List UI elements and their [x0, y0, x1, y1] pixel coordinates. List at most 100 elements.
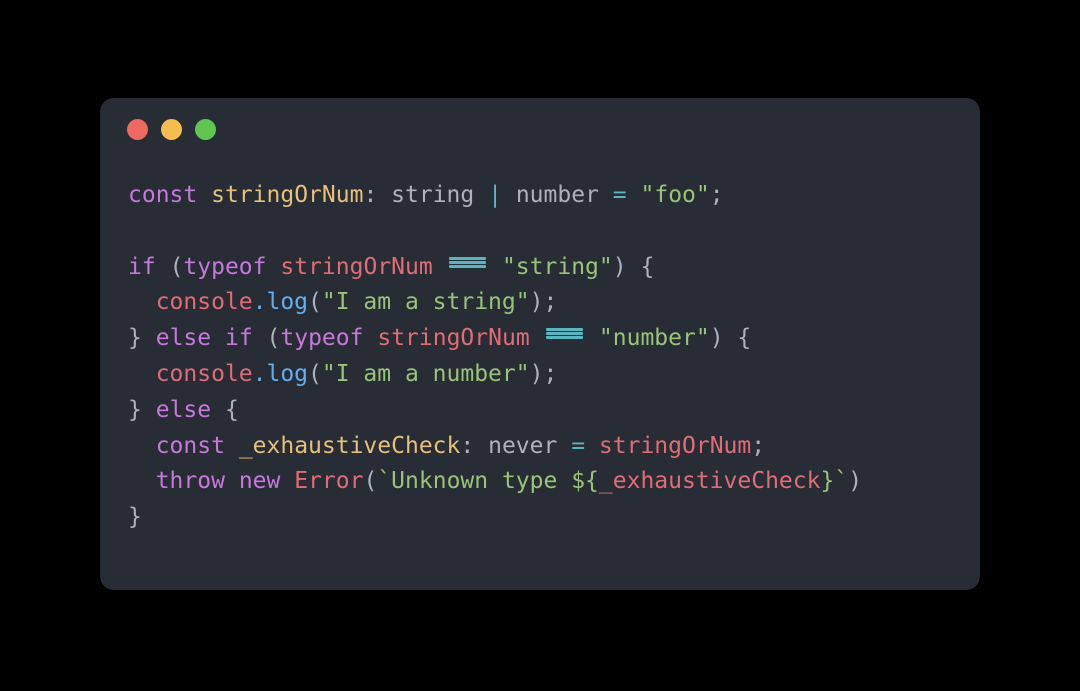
- code-line-7: } else {: [128, 397, 239, 423]
- token-type-number: number: [515, 182, 599, 208]
- token-lparen: (: [363, 468, 378, 495]
- code-body[interactable]: const stringOrNum: string | number = "fo…: [100, 160, 980, 590]
- token-lparen: (: [266, 325, 281, 352]
- token-class-error: Error: [294, 468, 364, 495]
- token-keyword-const: const: [155, 432, 225, 459]
- token-rparen: ): [709, 325, 724, 352]
- token-operator-strict-equals: [544, 322, 586, 345]
- token-rparen: ): [529, 289, 544, 316]
- token-lbrace: {: [640, 253, 655, 280]
- token-rparen: ): [612, 253, 627, 280]
- token-variable-stringornum: stringOrNum: [598, 432, 752, 459]
- token-variable-stringornum: stringOrNum: [377, 325, 530, 352]
- token-operator-strict-equals: [447, 251, 489, 274]
- code-line-9: throw new Error(`Unknown type ${_exhaust…: [128, 468, 862, 494]
- token-template-interp-open: ${: [571, 468, 599, 495]
- token-lbrace: {: [224, 396, 239, 423]
- token-operator-union: |: [488, 182, 502, 208]
- token-variable-exhaustivecheck: _exhaustiveCheck: [598, 468, 821, 495]
- token-template-open: `Unknown type: [377, 468, 572, 495]
- minimize-icon[interactable]: [161, 118, 182, 140]
- token-keyword-typeof: typeof: [183, 253, 267, 280]
- token-colon: :: [460, 432, 475, 459]
- token-string-string: "string": [501, 253, 613, 280]
- token-lbrace: {: [737, 325, 752, 352]
- code-block[interactable]: const stringOrNum: string | number = "fo…: [128, 178, 952, 536]
- token-keyword-new: new: [238, 468, 281, 495]
- token-string-number: "number": [598, 325, 710, 352]
- token-operator-assign: =: [612, 182, 627, 208]
- token-rbrace: }: [128, 325, 142, 352]
- code-line-10: }: [128, 504, 142, 530]
- token-identifier-stringornum: stringOrNum: [211, 182, 364, 208]
- code-line-5: } else if (typeof stringOrNum "number") …: [128, 325, 751, 351]
- token-string-i-am-a-string: "I am a string": [321, 289, 530, 316]
- token-keyword-if: if: [128, 253, 156, 280]
- code-window-card: const stringOrNum: string | number = "fo…: [100, 98, 980, 590]
- token-keyword-else: else: [155, 396, 212, 423]
- token-method-log: .log: [252, 289, 309, 316]
- token-keyword-const: const: [128, 182, 198, 208]
- token-template-interp-close: }: [820, 468, 835, 495]
- token-rparen: ): [848, 468, 863, 495]
- window-titlebar[interactable]: [100, 98, 980, 160]
- code-line-8: const _exhaustiveCheck: never = stringOr…: [128, 433, 765, 459]
- token-semicolon: ;: [709, 182, 724, 208]
- window-traffic-lights: [127, 118, 216, 140]
- token-lparen: (: [308, 360, 322, 387]
- token-keyword-else: else: [155, 325, 212, 352]
- token-lparen: (: [308, 289, 322, 316]
- screenshot-root: const stringOrNum: string | number = "fo…: [0, 0, 1080, 691]
- token-rbrace: }: [128, 504, 142, 531]
- token-type-never: never: [488, 432, 558, 459]
- token-semicolon: ;: [543, 360, 558, 387]
- token-identifier-exhaustivecheck: _exhaustiveCheck: [238, 432, 461, 459]
- token-keyword-throw: throw: [155, 468, 225, 495]
- code-line-4: console.log("I am a string");: [128, 289, 558, 316]
- close-icon[interactable]: [127, 118, 148, 140]
- token-type-string: string: [391, 182, 475, 208]
- token-keyword-typeof: typeof: [280, 325, 364, 352]
- token-object-console: console: [155, 360, 253, 387]
- code-line-1: const stringOrNum: string | number = "fo…: [128, 182, 724, 208]
- token-operator-assign: =: [571, 432, 586, 459]
- token-rbrace: }: [128, 396, 142, 423]
- token-object-console: console: [155, 289, 253, 316]
- token-lparen: (: [169, 253, 184, 280]
- token-method-log: .log: [252, 360, 309, 387]
- maximize-icon[interactable]: [195, 118, 216, 140]
- token-template-close: `: [834, 468, 849, 495]
- token-string-i-am-a-number: "I am a number": [321, 360, 530, 387]
- token-variable-stringornum: stringOrNum: [280, 253, 433, 280]
- token-keyword-if: if: [224, 325, 253, 352]
- code-line-6: console.log("I am a number");: [128, 360, 558, 387]
- token-semicolon: ;: [543, 289, 558, 316]
- token-string-foo: "foo": [640, 182, 710, 208]
- token-rparen: ): [529, 360, 544, 387]
- token-semicolon: ;: [751, 432, 766, 459]
- token-colon: :: [363, 182, 378, 208]
